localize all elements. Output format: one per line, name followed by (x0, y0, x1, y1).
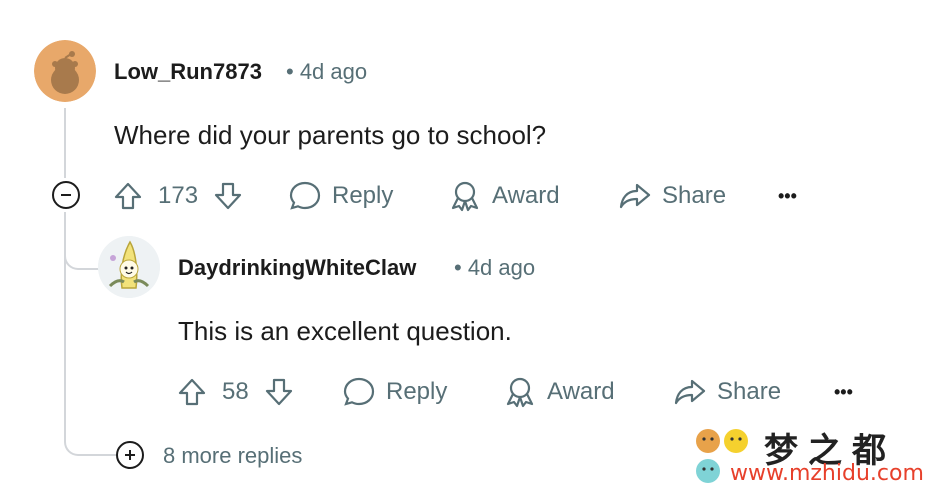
more-options-button[interactable]: ••• (778, 176, 797, 216)
more-options-button[interactable]: ••• (834, 372, 853, 412)
reply-button[interactable]: Reply (288, 176, 393, 216)
reply-label: Reply (386, 378, 448, 405)
award-icon (506, 377, 534, 408)
vote-count: 173 (158, 182, 199, 209)
upvote-icon[interactable] (176, 376, 208, 408)
award-label: Award (492, 182, 560, 209)
chat-bubble-icon (343, 377, 375, 406)
award-label: Award (547, 378, 615, 405)
share-label: Share (662, 182, 727, 209)
comment-body: This is an excellent question. (178, 316, 512, 346)
downvote-icon[interactable] (212, 180, 244, 212)
more-options-icon: ••• (834, 381, 853, 402)
thread-line (64, 108, 66, 178)
minus-icon (61, 194, 71, 196)
watermark: 梦之都 www.mzhidu.com (688, 419, 931, 491)
snoo-avatar-icon (34, 40, 96, 102)
comment-username[interactable]: Low_Run7873 (114, 59, 262, 85)
share-button[interactable]: Share (618, 176, 726, 216)
vote-count: 58 (222, 378, 249, 405)
chat-bubble-icon (289, 181, 321, 210)
vote-controls: 173 (112, 176, 244, 216)
comment-timestamp[interactable]: • 4d ago (454, 255, 535, 281)
share-label: Share (717, 378, 782, 405)
comment-username[interactable]: DaydrinkingWhiteClaw (178, 255, 416, 281)
collapse-thread-button[interactable] (52, 181, 80, 209)
award-button[interactable]: Award (503, 372, 615, 412)
award-icon (451, 181, 479, 212)
downvote-icon[interactable] (263, 376, 295, 408)
plus-icon (125, 450, 135, 460)
comment-body: Where did your parents go to school? (114, 120, 547, 150)
thread-branch (64, 412, 116, 456)
banana-avatar-icon (98, 236, 160, 298)
more-options-icon: ••• (778, 185, 797, 206)
reply-label: Reply (332, 182, 394, 209)
thread-branch (64, 212, 102, 270)
upvote-icon[interactable] (112, 180, 144, 212)
expand-replies-button[interactable] (116, 441, 144, 469)
award-button[interactable]: Award (448, 176, 560, 216)
more-replies-link[interactable]: 8 more replies (163, 443, 302, 469)
comment-timestamp[interactable]: • 4d ago (286, 59, 367, 85)
reply-button[interactable]: Reply (342, 372, 447, 412)
share-icon (674, 379, 706, 405)
share-button[interactable]: Share (673, 372, 781, 412)
vote-controls: 58 (176, 372, 295, 412)
avatar[interactable] (98, 236, 160, 298)
watermark-url: www.mzhidu.com (730, 461, 924, 486)
avatar[interactable] (34, 40, 96, 102)
share-icon (619, 183, 651, 209)
